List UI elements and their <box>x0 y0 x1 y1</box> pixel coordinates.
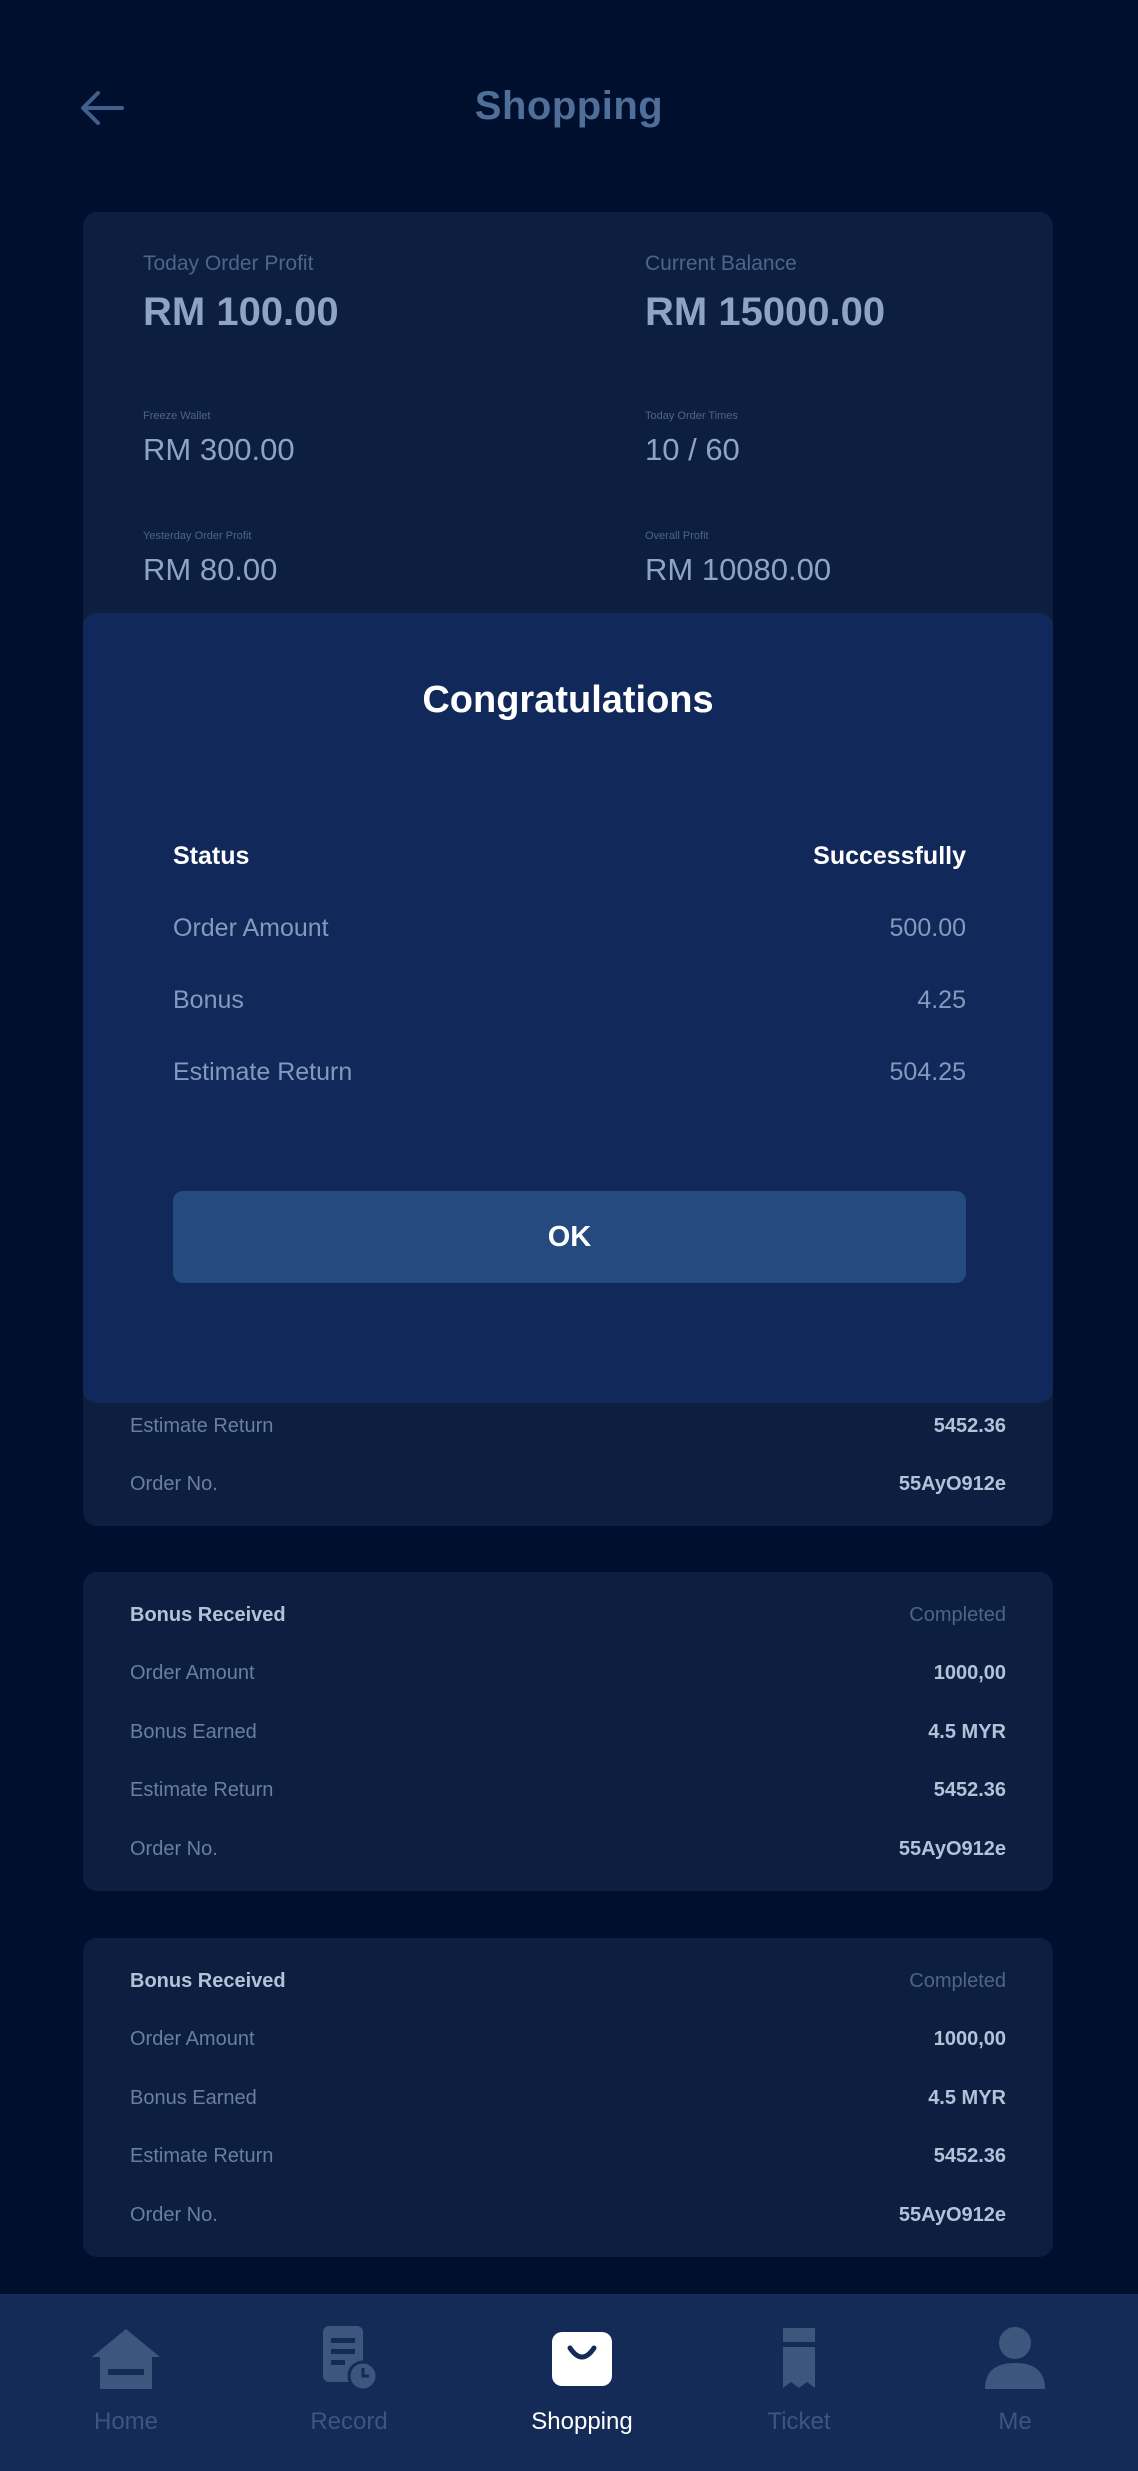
freeze-wallet-value: RM 300.00 <box>143 432 295 467</box>
order-number-label: Order No. <box>130 2203 218 2226</box>
order-estimate-return-label: Estimate Return <box>130 1414 274 1437</box>
shopping-screen: Shopping Today Order Profit RM 100.00 Cu… <box>0 0 1138 2471</box>
today-order-profit: Today Order Profit RM 100.00 <box>143 252 339 335</box>
nav-label-ticket: Ticket <box>767 2408 831 2435</box>
today-order-times: Today Order Times 10 / 60 <box>645 410 740 468</box>
current-balance-label: Current Balance <box>645 252 797 275</box>
nav-label-me: Me <box>998 2408 1032 2435</box>
order-estimate-return-label: Estimate Return <box>130 2144 274 2167</box>
today-order-times-value: 10 / 60 <box>645 432 740 467</box>
today-order-times-label: Today Order Times <box>645 410 738 422</box>
yesterday-order-profit-label: Yesterday Order Profit <box>143 530 252 542</box>
order-number-value: 55AyO912e <box>898 2203 1006 2226</box>
nav-label-shopping: Shopping <box>531 2408 633 2435</box>
order-estimate-return-value: 5452.36 <box>933 1414 1006 1437</box>
overall-profit: Overall Profit RM 10080.00 <box>645 530 831 588</box>
order-number-value: 55AyO912e <box>898 1472 1006 1495</box>
ok-button[interactable]: OK <box>173 1191 966 1283</box>
freeze-wallet: Freeze Wallet RM 300.00 <box>143 410 295 468</box>
modal-status-value: Successfully <box>813 841 966 870</box>
modal-order-amount-label: Order Amount <box>173 913 329 942</box>
order-status-value: Completed <box>909 1603 1006 1626</box>
order-bonus-label: Bonus Earned <box>130 1720 257 1743</box>
order-bonus-label: Bonus Earned <box>130 2086 257 2109</box>
order-estimate-return-value: 5452.36 <box>933 1778 1006 1801</box>
order-bonus-row: Bonus Earned 4.5 MYR <box>130 1717 1006 1747</box>
modal-status-label: Status <box>173 841 250 870</box>
bottom-nav: Home Record Shopping Ticket Me <box>0 2294 1138 2471</box>
modal-bonus-row: Bonus 4.25 <box>173 982 966 1018</box>
order-status-row: Bonus Received Completed <box>130 1600 1006 1630</box>
overall-profit-label: Overall Profit <box>645 530 709 542</box>
order-amount-label: Order Amount <box>130 1661 255 1684</box>
current-balance-value: RM 15000.00 <box>645 290 886 334</box>
yesterday-order-profit-value: RM 80.00 <box>143 552 278 587</box>
current-balance: Current Balance RM 15000.00 <box>645 252 885 335</box>
congratulations-modal: Congratulations Status Successfully Orde… <box>83 613 1053 1403</box>
modal-order-amount-row: Order Amount 500.00 <box>173 910 966 946</box>
page-title: Shopping <box>474 84 664 128</box>
order-estimate-return-row: Estimate Return 5452.36 <box>130 1775 1006 1805</box>
modal-estimate-return-row: Estimate Return 504.25 <box>173 1054 966 1090</box>
order-card: Bonus Received Completed Order Amount 10… <box>83 1572 1053 1891</box>
user-icon <box>979 2322 1051 2394</box>
modal-bonus-value: 4.25 <box>917 985 966 1014</box>
order-bonus-row: Bonus Earned 4.5 MYR <box>130 2083 1006 2113</box>
order-number-row: Order No. 55AyO912e <box>130 1834 1006 1864</box>
order-estimate-return-row: Estimate Return 5452.36 <box>130 1411 1006 1441</box>
order-amount-value: 1000,00 <box>933 1661 1006 1684</box>
order-number-value: 55AyO912e <box>898 1837 1006 1860</box>
shopping-bag-icon <box>546 2322 618 2394</box>
order-status-value: Completed <box>909 1969 1006 1992</box>
order-status-label: Bonus Received <box>130 1603 286 1626</box>
record-icon <box>313 2322 385 2394</box>
home-icon <box>90 2322 162 2394</box>
order-number-label: Order No. <box>130 1837 218 1860</box>
order-bonus-value: 4.5 MYR <box>928 1720 1006 1743</box>
order-amount-row: Order Amount 1000,00 <box>130 2024 1006 2054</box>
modal-estimate-return-value: 504.25 <box>889 1057 966 1086</box>
order-amount-label: Order Amount <box>130 2027 255 2050</box>
order-estimate-return-row: Estimate Return 5452.36 <box>130 2141 1006 2171</box>
order-number-row: Order No. 55AyO912e <box>130 2200 1006 2230</box>
nav-item-shopping[interactable]: Shopping <box>502 2322 662 2452</box>
order-status-label: Bonus Received <box>130 1969 286 1992</box>
nav-label-home: Home <box>93 2408 159 2435</box>
today-order-profit-label: Today Order Profit <box>143 252 314 275</box>
summary-card: Today Order Profit RM 100.00 Current Bal… <box>83 212 1053 642</box>
order-number-label: Order No. <box>130 1472 218 1495</box>
order-card: Bonus Received Completed Order Amount 10… <box>83 1938 1053 2257</box>
order-estimate-return-value: 5452.36 <box>933 2144 1006 2167</box>
modal-status-row: Status Successfully <box>173 838 966 874</box>
nav-item-ticket[interactable]: Ticket <box>719 2322 879 2452</box>
today-order-profit-value: RM 100.00 <box>143 290 339 334</box>
yesterday-order-profit: Yesterday Order Profit RM 80.00 <box>143 530 277 588</box>
nav-item-me[interactable]: Me <box>935 2322 1095 2452</box>
modal-order-amount-value: 500.00 <box>889 913 966 942</box>
order-number-row: Order No. 55AyO912e <box>130 1469 1006 1499</box>
nav-item-home[interactable]: Home <box>46 2322 206 2452</box>
order-estimate-return-label: Estimate Return <box>130 1778 274 1801</box>
ticket-icon <box>763 2322 835 2394</box>
order-amount-value: 1000,00 <box>933 2027 1006 2050</box>
freeze-wallet-label: Freeze Wallet <box>143 410 211 422</box>
modal-bonus-label: Bonus <box>173 985 244 1014</box>
order-status-row: Bonus Received Completed <box>130 1966 1006 1996</box>
nav-label-record: Record <box>310 2408 388 2435</box>
modal-estimate-return-label: Estimate Return <box>173 1057 353 1086</box>
nav-item-record[interactable]: Record <box>269 2322 429 2452</box>
order-amount-row: Order Amount 1000,00 <box>130 1658 1006 1688</box>
order-bonus-value: 4.5 MYR <box>928 2086 1006 2109</box>
modal-title: Congratulations <box>422 679 714 721</box>
overall-profit-value: RM 10080.00 <box>645 552 832 587</box>
